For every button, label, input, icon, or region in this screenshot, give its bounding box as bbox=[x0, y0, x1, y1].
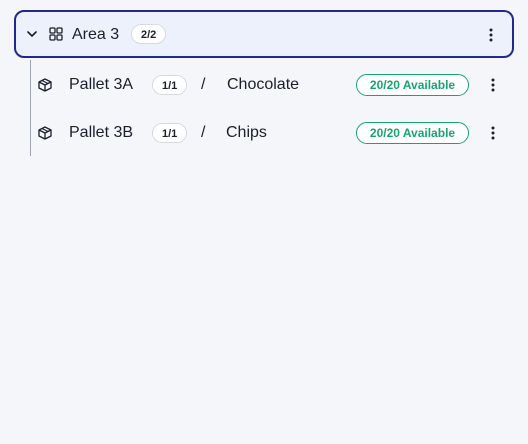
area-count-badge: 2/2 bbox=[131, 24, 167, 44]
pallet-count-badge: 1/1 bbox=[152, 123, 188, 143]
pallet-count-badge: 1/1 bbox=[152, 75, 188, 95]
more-vertical-icon[interactable] bbox=[486, 125, 500, 141]
pallet-name: Pallet 3A bbox=[69, 76, 134, 93]
availability-badge: 20/20 Available bbox=[356, 74, 469, 96]
availability-badge: 20/20 Available bbox=[356, 122, 469, 144]
area-row[interactable]: Area 3 2/2 bbox=[14, 10, 514, 58]
separator: / bbox=[201, 124, 206, 141]
product-name: Chips bbox=[226, 124, 267, 141]
pallet-row[interactable]: Pallet 3B 1/1 / Chips 20/20 Available bbox=[31, 109, 511, 157]
more-vertical-icon[interactable] bbox=[484, 27, 498, 43]
grid-icon bbox=[49, 27, 63, 41]
pallet-name: Pallet 3B bbox=[69, 124, 134, 141]
package-icon bbox=[38, 126, 52, 140]
more-vertical-icon[interactable] bbox=[486, 77, 500, 93]
product-name: Chocolate bbox=[227, 76, 300, 93]
area-title: Area 3 bbox=[72, 26, 120, 43]
separator: / bbox=[201, 76, 206, 93]
pallet-row[interactable]: Pallet 3A 1/1 / Chocolate 20/20 Availabl… bbox=[31, 61, 511, 109]
chevron-down-icon[interactable] bbox=[25, 27, 39, 41]
package-icon bbox=[38, 78, 52, 92]
